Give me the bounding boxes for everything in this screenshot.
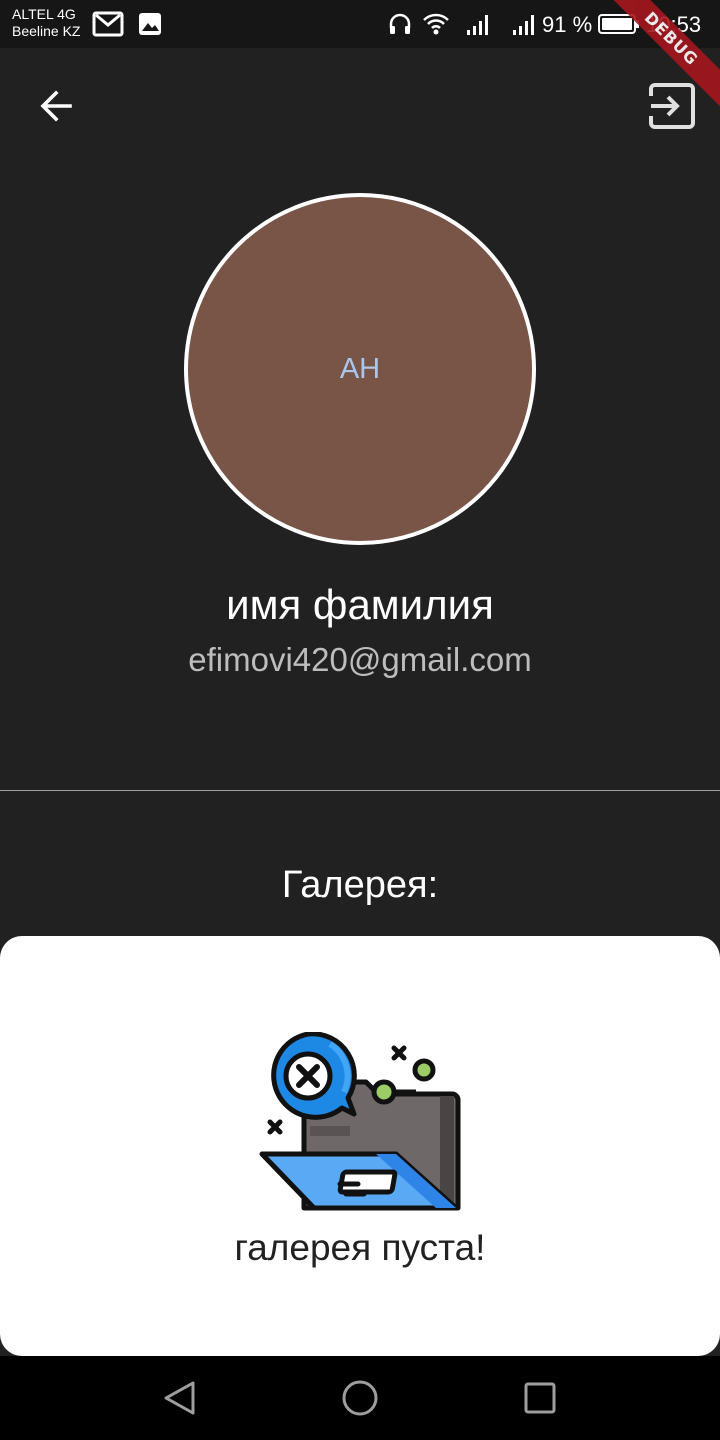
empty-folder-icon bbox=[259, 1032, 461, 1211]
nav-home-button[interactable] bbox=[336, 1374, 384, 1422]
exit-icon bbox=[649, 83, 695, 129]
arrow-left-icon bbox=[40, 90, 72, 122]
back-button[interactable] bbox=[32, 82, 80, 130]
empty-gallery-text: галерея пуста! bbox=[234, 1227, 486, 1268]
wifi-icon bbox=[423, 13, 449, 35]
navigation-bar bbox=[0, 1356, 720, 1440]
carrier-line-2: Beeline KZ bbox=[12, 23, 81, 39]
avatar-initials: АН bbox=[339, 352, 381, 385]
battery-icon bbox=[598, 14, 639, 34]
carrier-info: ALTEL 4G Beeline KZ bbox=[12, 6, 80, 40]
back-triangle-icon bbox=[164, 1381, 195, 1415]
battery-percent: 91 % bbox=[542, 12, 593, 37]
recents-square-icon bbox=[524, 1382, 556, 1414]
avatar: АН bbox=[184, 193, 536, 545]
signal-icon bbox=[467, 15, 488, 35]
profile-email: efimovi420@gmail.com bbox=[188, 641, 532, 678]
headphones-icon bbox=[389, 13, 411, 34]
logout-button[interactable] bbox=[644, 78, 700, 134]
divider bbox=[0, 790, 720, 791]
nav-back-button[interactable] bbox=[156, 1374, 204, 1422]
signal-icon-2 bbox=[513, 15, 534, 35]
gallery-card: галерея пуста! bbox=[0, 936, 720, 1356]
gmail-icon bbox=[92, 11, 124, 37]
clock: 10:53 bbox=[646, 12, 702, 37]
nav-recents-button[interactable] bbox=[516, 1374, 564, 1422]
status-bar: ALTEL 4G Beeline KZ 91 % 10:53 bbox=[0, 0, 720, 48]
image-icon bbox=[139, 13, 161, 35]
gallery-title: Галерея: bbox=[281, 864, 439, 906]
carrier-line-1: ALTEL 4G bbox=[12, 6, 76, 22]
home-circle-icon bbox=[342, 1380, 378, 1416]
profile-name: имя фамилия bbox=[226, 581, 494, 628]
